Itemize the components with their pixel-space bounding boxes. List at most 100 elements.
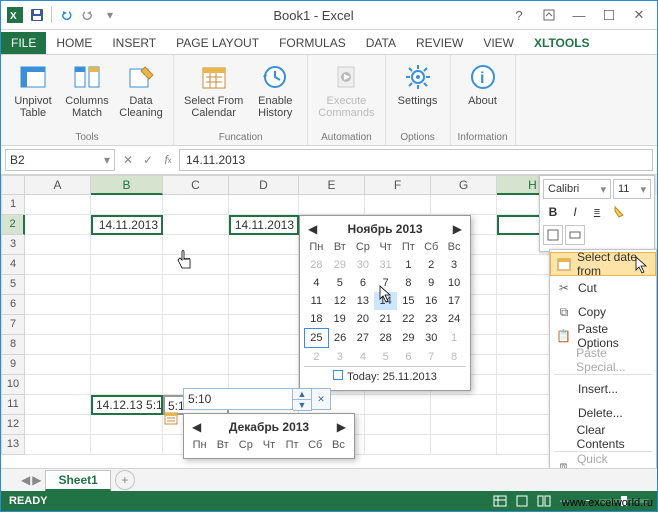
cell-B10[interactable]: [91, 375, 163, 395]
ctx-cut[interactable]: ✂Cut: [550, 276, 656, 300]
cell-B7[interactable]: [91, 315, 163, 335]
col-header-A[interactable]: A: [25, 175, 91, 195]
cal-day-15[interactable]: 15: [397, 292, 420, 310]
cal-day-2[interactable]: 2: [305, 348, 329, 367]
cell-B6[interactable]: [91, 295, 163, 315]
view-pagebreak-button[interactable]: [534, 493, 554, 509]
cell-D1[interactable]: [229, 195, 299, 215]
cal-day-21[interactable]: 21: [374, 310, 397, 329]
cell-G13[interactable]: [431, 435, 497, 455]
redo-button[interactable]: [78, 5, 98, 25]
col-header-D[interactable]: D: [229, 175, 299, 195]
cell-F13[interactable]: [365, 435, 431, 455]
cell-C5[interactable]: [163, 275, 229, 295]
col-header-F[interactable]: F: [365, 175, 431, 195]
time-spinner-input[interactable]: 5:10: [183, 388, 293, 410]
time-spinner[interactable]: 5:10 ▲ ▼ ✕: [183, 388, 331, 410]
undo-button[interactable]: [56, 5, 76, 25]
view-pagelayout-button[interactable]: [512, 493, 532, 509]
qat-customize[interactable]: ▾: [100, 5, 120, 25]
cell-A12[interactable]: [25, 415, 91, 435]
row-header-4[interactable]: 4: [1, 255, 25, 275]
cell-D2[interactable]: 14.11.2013: [229, 215, 299, 235]
cell-C9[interactable]: [163, 355, 229, 375]
sheet-nav[interactable]: ◀▶: [21, 473, 41, 487]
ctx-select-date-from[interactable]: Select date from: [550, 252, 656, 276]
close-button[interactable]: ✕: [627, 3, 651, 27]
sheet-add-button[interactable]: +: [115, 470, 135, 490]
cal-day-7[interactable]: 7: [374, 274, 397, 292]
tab-review[interactable]: REVIEW: [406, 32, 473, 54]
cell-B4[interactable]: [91, 255, 163, 275]
cal-day-30[interactable]: 30: [351, 256, 374, 274]
row-header-1[interactable]: 1: [1, 195, 25, 215]
tab-insert[interactable]: INSERT: [102, 32, 166, 54]
cal2-month-label[interactable]: Декабрь 2013: [229, 420, 309, 434]
fx-button[interactable]: fx: [159, 151, 177, 169]
tab-view[interactable]: VIEW: [473, 32, 524, 54]
cal-day-20[interactable]: 20: [351, 310, 374, 329]
formula-bar[interactable]: 14.11.2013: [179, 149, 653, 171]
cal2-prev-button[interactable]: ◀: [192, 420, 201, 434]
cell-D6[interactable]: [229, 295, 299, 315]
name-box[interactable]: B2▾: [5, 149, 115, 171]
cell-F12[interactable]: [365, 415, 431, 435]
cell-C7[interactable]: [163, 315, 229, 335]
cal-day-12[interactable]: 12: [328, 292, 351, 310]
context-menu[interactable]: Select date from✂Cut⧉Copy📋Paste OptionsP…: [549, 249, 657, 481]
cal-day-2[interactable]: 2: [420, 256, 443, 274]
cal-day-26[interactable]: 26: [328, 329, 351, 348]
cal-day-8[interactable]: 8: [397, 274, 420, 292]
cell-A4[interactable]: [25, 255, 91, 275]
cal-day-4[interactable]: 4: [351, 348, 374, 367]
row-header-11[interactable]: 11: [1, 395, 25, 415]
cell-C1[interactable]: [163, 195, 229, 215]
ribbon-settings-button[interactable]: Settings: [392, 59, 444, 109]
time-spinner-down[interactable]: ▼: [293, 400, 312, 411]
cell-C3[interactable]: [163, 235, 229, 255]
row-header-6[interactable]: 6: [1, 295, 25, 315]
cell-A8[interactable]: [25, 335, 91, 355]
cell-D3[interactable]: [229, 235, 299, 255]
cal-day-28[interactable]: 28: [305, 256, 329, 274]
cell-D9[interactable]: [229, 355, 299, 375]
cal-day-19[interactable]: 19: [328, 310, 351, 329]
row-header-10[interactable]: 10: [1, 375, 25, 395]
cell-F11[interactable]: [365, 395, 431, 415]
cal-day-23[interactable]: 23: [420, 310, 443, 329]
cell-A7[interactable]: [25, 315, 91, 335]
col-header-C[interactable]: C: [163, 175, 229, 195]
cell-A2[interactable]: [25, 215, 91, 235]
row-header-13[interactable]: 13: [1, 435, 25, 455]
cal-day-28[interactable]: 28: [374, 329, 397, 348]
cell-B12[interactable]: [91, 415, 163, 435]
cal-day-1[interactable]: 1: [443, 329, 466, 348]
col-header-E[interactable]: E: [299, 175, 365, 195]
cal-day-7[interactable]: 7: [420, 348, 443, 367]
ribbon-calendar-button[interactable]: Select FromCalendar: [180, 59, 247, 121]
row-header-5[interactable]: 5: [1, 275, 25, 295]
row-header-7[interactable]: 7: [1, 315, 25, 335]
cell-B13[interactable]: [91, 435, 163, 455]
ribbon-unpivot-button[interactable]: UnpivotTable: [7, 59, 59, 121]
cell-B1[interactable]: [91, 195, 163, 215]
cell-A13[interactable]: [25, 435, 91, 455]
cell-A9[interactable]: [25, 355, 91, 375]
cal-day-3[interactable]: 3: [443, 256, 466, 274]
cell-A6[interactable]: [25, 295, 91, 315]
cal-day-24[interactable]: 24: [443, 310, 466, 329]
view-normal-button[interactable]: [490, 493, 510, 509]
ctx-insert-[interactable]: Insert...: [550, 377, 656, 401]
tab-home[interactable]: HOME: [46, 32, 102, 54]
cell-D7[interactable]: [229, 315, 299, 335]
mini-italic-button[interactable]: I: [565, 202, 585, 222]
calendar-popup-december[interactable]: ◀ Декабрь 2013 ▶ ПнВтСрЧтПтСбВс: [183, 413, 355, 459]
mini-fontsize-select[interactable]: 11▾: [613, 179, 651, 199]
cal-day-4[interactable]: 4: [305, 274, 329, 292]
ribbon-history-button[interactable]: EnableHistory: [249, 59, 301, 121]
ribbon-execute-button[interactable]: ExecuteCommands: [314, 59, 378, 121]
ctx-delete-[interactable]: Delete...: [550, 401, 656, 425]
cell-D5[interactable]: [229, 275, 299, 295]
cell-G1[interactable]: [431, 195, 497, 215]
tab-xltools[interactable]: XLTools: [524, 32, 600, 54]
